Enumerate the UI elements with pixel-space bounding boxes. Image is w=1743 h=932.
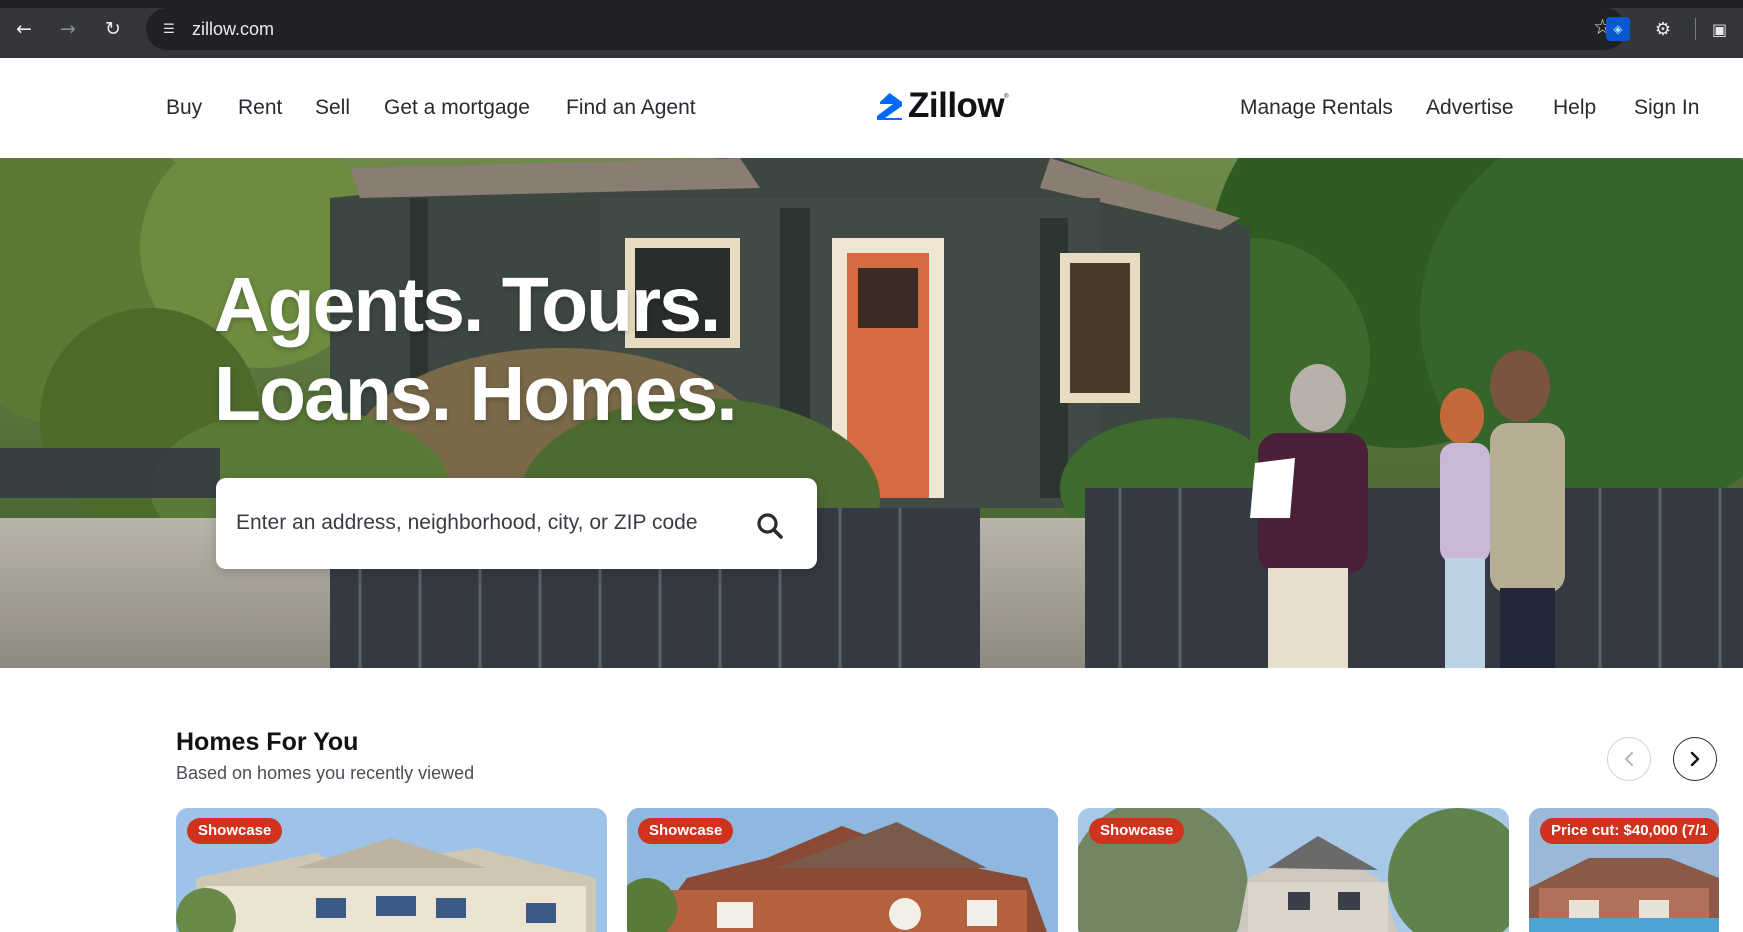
zillow-logo-icon [877,93,902,120]
hero-title: Agents. Tours. Loans. Homes. [214,261,738,439]
home-card[interactable]: Showcase [176,808,607,932]
price-cut-badge: Price cut: $40,000 (7/1 [1540,818,1719,844]
nav-rent[interactable]: Rent [238,96,282,120]
hero-title-line-2: Loans. Homes. [214,351,738,437]
puzzle-icon[interactable]: ⚙ [1651,17,1675,41]
section-subtitle: Based on homes you recently viewed [176,763,475,783]
tab-strip [0,0,1743,8]
home-card[interactable]: Showcase [627,808,1058,932]
tab-search-icon[interactable]: ▣ [1712,17,1743,41]
nav-sign-in[interactable]: Sign In [1634,96,1699,120]
browser-toolbar: ← → ↻ ☰ zillow.com ☆ ◈ ⚙ ▣ [0,0,1743,58]
showcase-badge: Showcase [638,818,734,844]
showcase-badge: Showcase [1089,818,1185,844]
toolbar-divider [1695,18,1696,40]
site-header: Buy Rent Sell Get a mortgage Find an Age… [0,58,1743,158]
home-card[interactable]: Price cut: $40,000 (7/1 [1529,808,1719,932]
nav-help[interactable]: Help [1553,96,1596,120]
section-title: Homes For You [176,728,359,756]
carousel-prev-button[interactable] [1607,737,1651,781]
url-text[interactable]: zillow.com [192,19,274,40]
reload-icon[interactable]: ↻ [100,16,126,42]
home-card[interactable]: Showcase [1078,808,1509,932]
search-box [216,478,817,569]
nav-manage-rentals[interactable]: Manage Rentals [1240,96,1393,120]
tune-icon[interactable]: ☰ [158,18,180,40]
carousel-next-button[interactable] [1673,737,1717,781]
chevron-left-icon [1624,751,1634,767]
extension-icon[interactable]: ◈ [1606,17,1630,41]
hero-banner: Agents. Tours. Loans. Homes. [0,158,1743,668]
nav-find-an-agent[interactable]: Find an Agent [566,96,696,120]
search-icon[interactable] [744,503,796,549]
showcase-badge: Showcase [187,818,283,844]
logo-text: Zillow [908,86,1005,125]
chevron-right-icon [1690,751,1700,767]
arrow-right-icon[interactable]: → [55,16,81,42]
address-bar[interactable]: ☰ zillow.com ☆ [146,8,1626,50]
zillow-logo[interactable]: Zillow ® [876,86,1009,126]
hero-title-line-1: Agents. Tours. [214,262,721,348]
nav-advertise[interactable]: Advertise [1426,96,1514,120]
arrow-left-icon[interactable]: ← [11,16,37,42]
trademark-mark: ® [1004,94,1009,100]
nav-get-a-mortgage[interactable]: Get a mortgage [384,96,530,120]
nav-buy[interactable]: Buy [166,96,202,120]
search-input[interactable] [236,505,736,541]
nav-sell[interactable]: Sell [315,96,350,120]
